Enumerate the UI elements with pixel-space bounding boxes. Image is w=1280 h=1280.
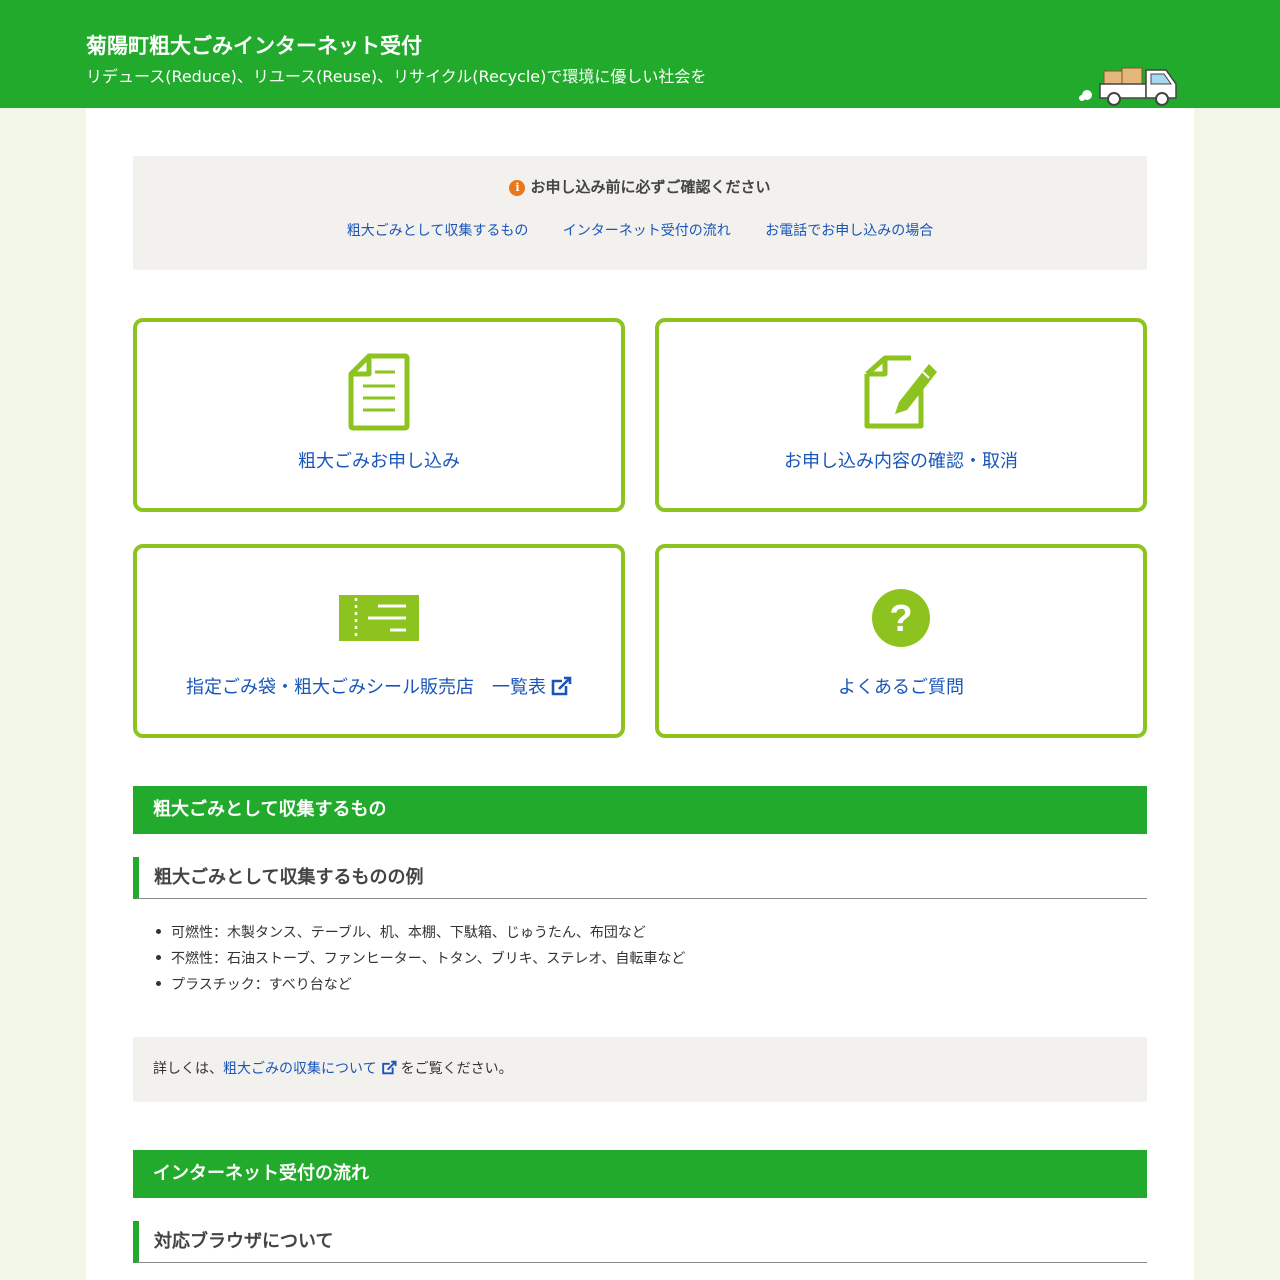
ticket-icon: [339, 595, 419, 641]
main-content: i お申し込み前に必ずご確認ください 粗大ごみとして収集するもの インターネット受…: [86, 108, 1194, 1280]
notice-title-text: お申し込み前に必ずご確認ください: [530, 178, 771, 196]
card-apply[interactable]: 粗大ごみお申し込み: [133, 318, 625, 512]
svg-text:?: ?: [889, 598, 912, 640]
card-shop-list[interactable]: 指定ごみ袋・粗大ごみシール販売店 一覧表: [133, 544, 625, 738]
edit-icon: [864, 355, 937, 429]
section-heading-collect: 粗大ごみとして収集するもの: [133, 786, 1147, 834]
notice-title: i お申し込み前に必ずご確認ください: [133, 176, 1147, 197]
section-heading-flow: インターネット受付の流れ: [133, 1150, 1147, 1198]
card-shop-list-text: 指定ごみ袋・粗大ごみシール販売店 一覧表: [186, 677, 546, 698]
subheading-browser: 対応ブラウザについて: [133, 1221, 1147, 1263]
site-title[interactable]: 菊陽町粗大ごみインターネット受付: [86, 30, 422, 60]
question-icon: ?: [872, 589, 930, 647]
detail-link-text: 粗大ごみの収集について: [223, 1061, 377, 1077]
examples-list: 可燃性：木製タンス、テーブル、机、本棚、下駄箱、じゅうたん、布団など 不燃性：石…: [156, 920, 685, 998]
site-header: 菊陽町粗大ごみインターネット受付 リデュース(Reduce)、リユース(Reus…: [0, 0, 1280, 108]
detail-link[interactable]: 粗大ごみの収集について: [223, 1060, 401, 1077]
card-apply-label: 粗大ごみお申し込み: [298, 451, 460, 472]
truck-icon: [1079, 67, 1177, 106]
site-subtitle: リデュース(Reduce)、リユース(Reuse)、リサイクル(Recycle)…: [86, 67, 707, 86]
list-item: 不燃性：石油ストーブ、ファンヒーター、トタン、ブリキ、ステレオ、自転車など: [156, 946, 685, 972]
subheading-collect-examples: 粗大ごみとして収集するものの例: [133, 857, 1147, 899]
card-confirm-cancel-label: お申し込み内容の確認・取消: [784, 451, 1018, 472]
link-internet-flow[interactable]: インターネット受付の流れ: [563, 223, 731, 239]
notice-box: i お申し込み前に必ずご確認ください 粗大ごみとして収集するもの インターネット受…: [133, 156, 1147, 270]
detail-suffix: をご覧ください。: [400, 1061, 513, 1077]
list-item: プラスチック：すべり台など: [156, 972, 685, 998]
document-icon: [348, 353, 410, 431]
info-icon: i: [509, 180, 526, 196]
link-collect-items[interactable]: 粗大ごみとして収集するもの: [347, 223, 529, 239]
list-item: 可燃性：木製タンス、テーブル、机、本棚、下駄箱、じゅうたん、布団など: [156, 920, 685, 946]
card-shop-list-label: 指定ごみ袋・粗大ごみシール販売店 一覧表: [137, 673, 621, 699]
external-link-icon: [551, 676, 572, 696]
notice-links: 粗大ごみとして収集するもの インターネット受付の流れ お電話でお申し込みの場合: [133, 220, 1147, 240]
card-faq-label: よくあるご質問: [838, 677, 964, 698]
external-link-icon: [381, 1060, 397, 1075]
detail-prefix: 詳しくは、: [153, 1061, 223, 1077]
card-faq[interactable]: ? よくあるご質問: [655, 544, 1147, 738]
card-confirm-cancel[interactable]: お申し込み内容の確認・取消: [655, 318, 1147, 512]
detail-box: 詳しくは、粗大ごみの収集について をご覧ください。: [133, 1037, 1147, 1102]
link-phone-application[interactable]: お電話でお申し込みの場合: [765, 223, 933, 239]
